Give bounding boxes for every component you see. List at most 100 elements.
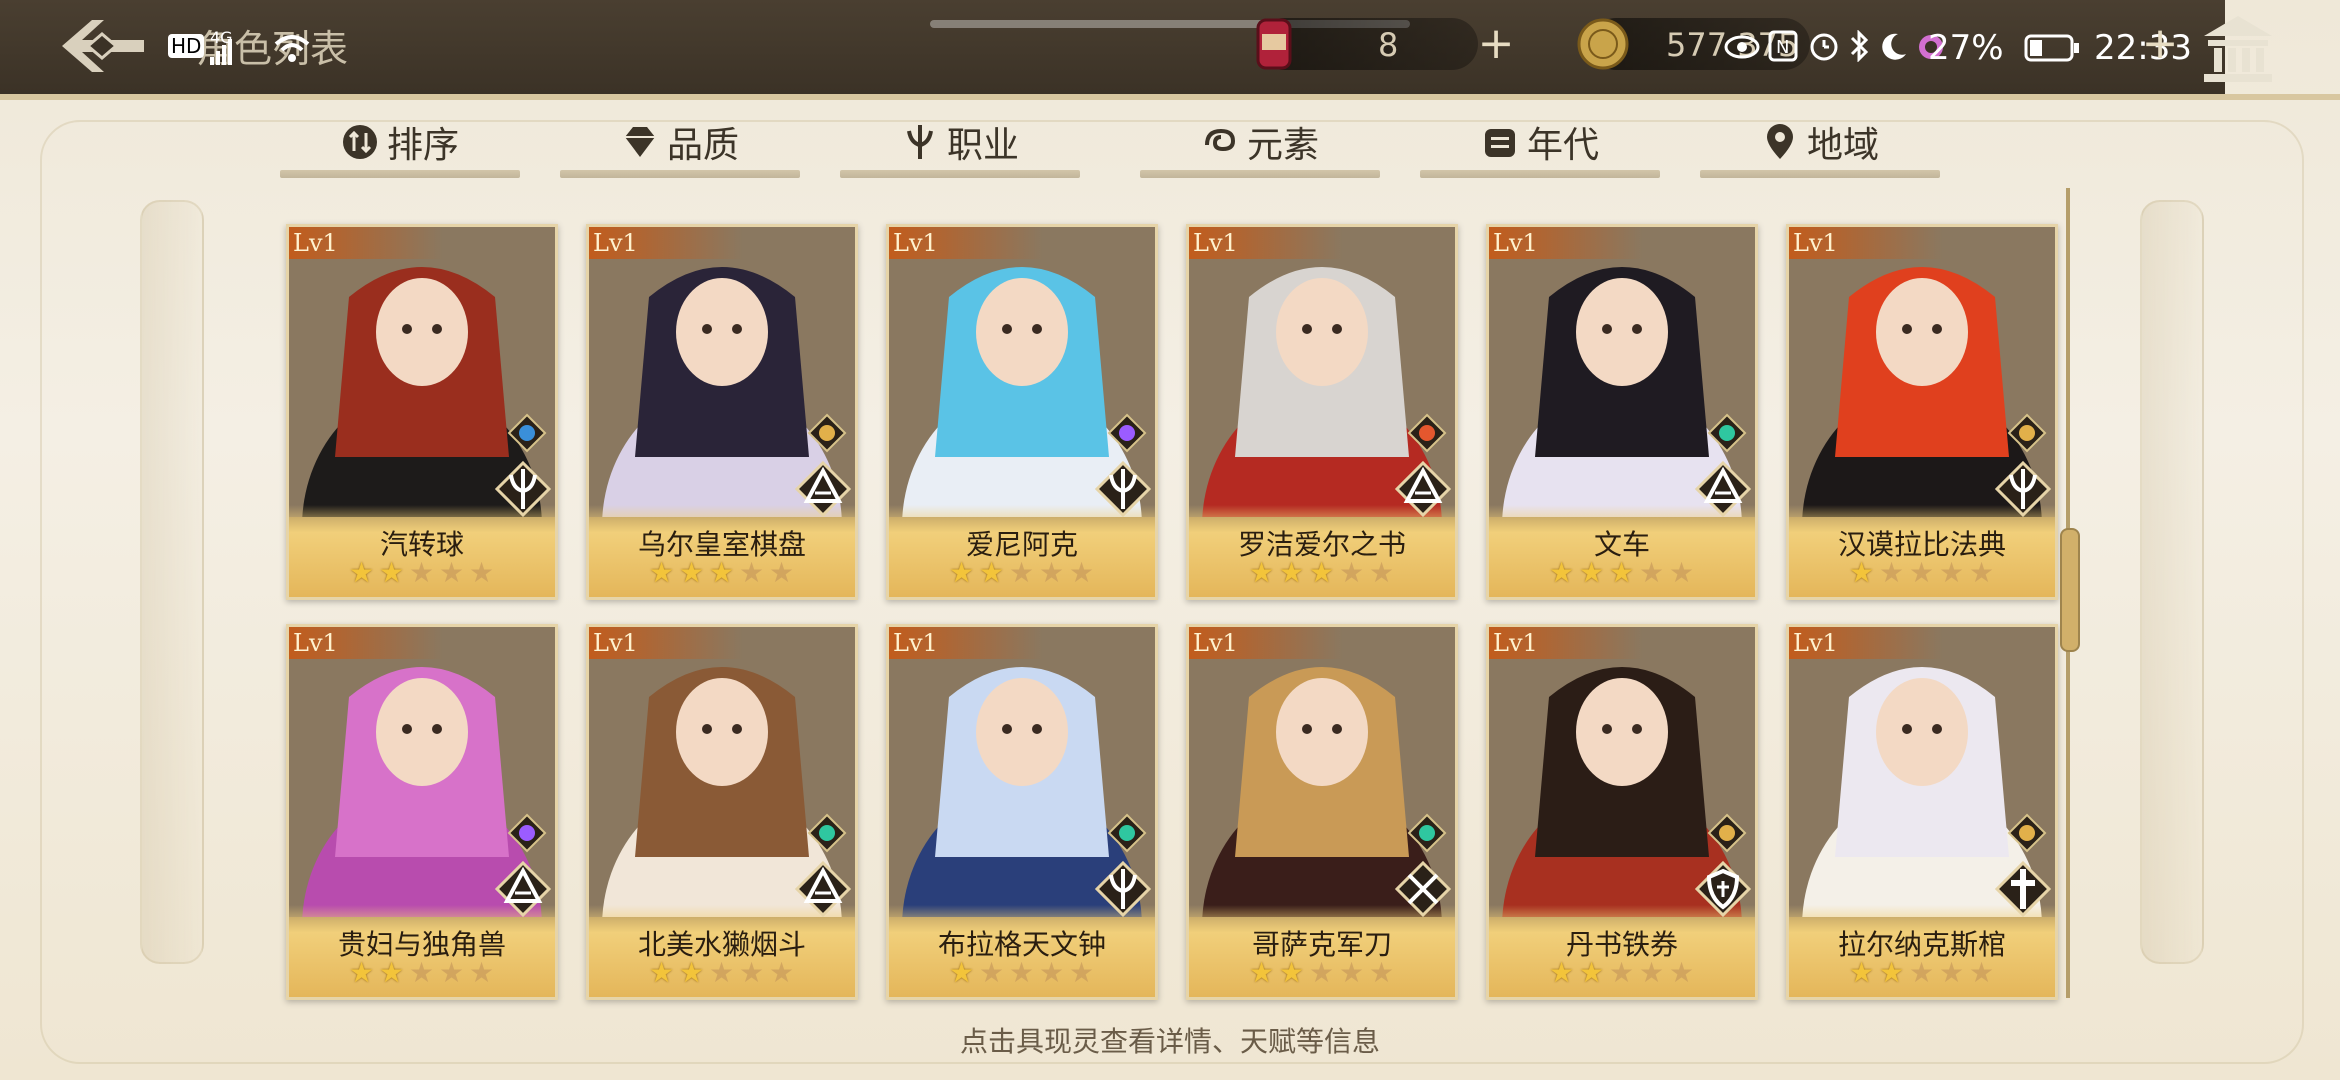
water-element-icon [507,413,547,453]
character-card[interactable]: Lv1 拉尔纳克斯棺 ★ ★ ★ ★ ★ [1786,624,2058,1000]
star-filled-icon: ★ [1579,556,1605,589]
star-empty-icon: ★ [1669,956,1695,989]
star-empty-icon: ★ [1009,556,1035,589]
star-empty-icon: ★ [1639,556,1665,589]
character-card[interactable]: Lv1 哥萨克军刀 ★ ★ ★ ★ ★ [1186,624,1458,1000]
star-filled-icon: ★ [349,556,375,589]
tab-region[interactable]: 地域 [1700,108,1940,176]
star-empty-icon: ★ [1309,956,1335,989]
star-empty-icon: ★ [1969,956,1995,989]
character-card[interactable]: Lv1 汽转球 ★ ★ ★ ★ ★ [286,224,558,600]
element-icon [1204,128,1235,152]
alarm-icon [1810,33,1838,61]
star-filled-icon: ★ [1279,956,1305,989]
earth-element-icon [1707,813,1747,853]
tab-sort[interactable]: 排序 [280,108,520,176]
signal-icon [210,38,234,73]
trident-class-icon [1095,461,1151,517]
tab-era[interactable]: 年代 [1420,108,1660,176]
character-card[interactable]: Lv1 罗洁爱尔之书 ★ ★ ★ ★ ★ [1186,224,1458,600]
svg-text:N: N [1776,37,1789,58]
star-empty-icon: ★ [1609,956,1635,989]
tome-class-icon [1695,461,1751,517]
character-card[interactable]: Lv1 北美水獭烟斗 ★ ★ ★ ★ ★ [586,624,858,1000]
tab-element-label: 元素 [1246,125,1319,166]
wifi-icon [274,32,310,72]
character-card[interactable]: Lv1 乌尔皇室棋盘 ★ ★ ★ ★ ★ [586,224,858,600]
star-empty-icon: ★ [1639,956,1665,989]
hd-badge: HD [168,34,205,58]
star-empty-icon: ★ [469,556,495,589]
museum-button[interactable] [2200,14,2276,84]
level-badge: Lv1 [589,227,743,259]
tab-sort-label: 排序 [386,125,459,166]
star-empty-icon: ★ [1339,956,1365,989]
character-card[interactable]: Lv1 文车 ★ ★ ★ ★ ★ [1486,224,1758,600]
era-icon [1484,129,1515,157]
star-filled-icon: ★ [949,956,975,989]
star-filled-icon: ★ [1849,556,1875,589]
level-badge: Lv1 [289,227,443,259]
character-card[interactable]: Lv1 汉谟拉比法典 ★ ★ ★ ★ ★ [1786,224,2058,600]
battery-icon [2024,34,2079,62]
star-empty-icon: ★ [769,556,795,589]
add-gold-button[interactable]: + [2140,22,2180,66]
star-filled-icon: ★ [379,956,405,989]
star-empty-icon: ★ [1039,556,1065,589]
star-filled-icon: ★ [709,556,735,589]
level-badge: Lv1 [1789,627,1943,659]
tab-element-underline [1140,170,1380,178]
level-badge: Lv1 [1189,227,1343,259]
wind-element-icon [1107,813,1147,853]
stamina-value: 8 [1378,26,1399,64]
level-badge: Lv1 [1189,627,1343,659]
tab-era-underline [1420,170,1660,178]
shield-class-icon [1695,861,1751,917]
scrollbar-thumb[interactable] [2060,528,2080,652]
tab-quality[interactable]: 品质 [560,108,800,176]
star-empty-icon: ★ [1069,956,1095,989]
trident-class-icon [1095,861,1151,917]
gem-quality-icon [624,127,655,157]
grid-scrollbar[interactable] [2060,188,2080,998]
star-empty-icon: ★ [1039,956,1065,989]
star-empty-icon: ★ [1369,956,1395,989]
star-empty-icon: ★ [1669,556,1695,589]
tab-quality-label: 品质 [666,125,739,166]
nfc-icon: N [1768,30,1798,62]
character-card[interactable]: Lv1 丹书铁券 ★ ★ ★ ★ ★ [1486,624,1758,1000]
star-filled-icon: ★ [679,556,705,589]
character-card[interactable]: Lv1 布拉格天文钟 ★ ★ ★ ★ ★ [886,624,1158,1000]
star-filled-icon: ★ [649,956,675,989]
star-filled-icon: ★ [1249,956,1275,989]
character-card[interactable]: Lv1 贵妇与独角兽 ★ ★ ★ ★ ★ [286,624,558,1000]
star-empty-icon: ★ [1939,556,1965,589]
tab-class[interactable]: 职业 [840,108,1080,176]
tab-element[interactable]: 元素 [1140,108,1380,176]
star-empty-icon: ★ [709,956,735,989]
add-stamina-button[interactable]: + [1476,22,1516,66]
level-badge: Lv1 [1489,627,1643,659]
star-filled-icon: ★ [1309,556,1335,589]
star-filled-icon: ★ [1279,556,1305,589]
star-filled-icon: ★ [1249,556,1275,589]
star-empty-icon: ★ [409,556,435,589]
star-filled-icon: ★ [979,556,1005,589]
star-empty-icon: ★ [439,556,465,589]
back-button[interactable] [58,14,148,78]
star-empty-icon: ★ [979,956,1005,989]
character-card[interactable]: Lv1 爱尼阿克 ★ ★ ★ ★ ★ [886,224,1158,600]
thunder-element-icon [1107,413,1147,453]
tab-region-label: 地域 [1806,125,1879,166]
star-filled-icon: ★ [349,956,375,989]
wind-element-icon [807,813,847,853]
can-icon [1256,18,1292,70]
coin-icon [1577,18,1629,70]
tome-class-icon [495,861,551,917]
tome-class-icon [1395,461,1451,517]
eye-icon [1724,35,1760,59]
star-empty-icon: ★ [739,556,765,589]
star-filled-icon: ★ [379,556,405,589]
wind-element-icon [1707,413,1747,453]
filter-tab-bar: 排序 品质 职业 元素 年代 地域 [280,100,1940,180]
